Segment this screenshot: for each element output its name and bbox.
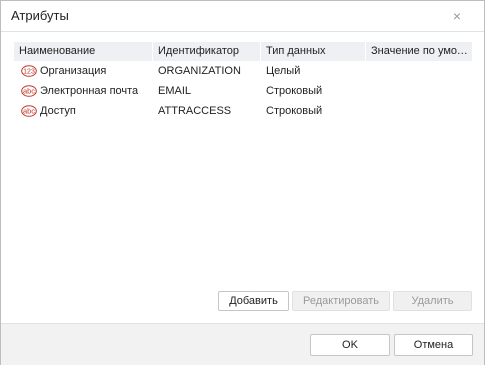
delete-button[interactable]: Удалить	[393, 291, 472, 311]
attribute-identifier: ATTRACCESS	[158, 105, 232, 117]
attribute-default-value	[366, 61, 472, 81]
attribute-data-type: Целый	[266, 65, 301, 77]
attribute-default-value	[366, 101, 472, 121]
table-header: Наименование Идентификатор Тип данных Зн…	[14, 42, 472, 61]
attribute-data-type: Строковый	[266, 85, 323, 97]
edit-button[interactable]: Редактировать	[292, 291, 390, 311]
svg-text:abc: abc	[23, 87, 35, 96]
number-type-icon: 123	[21, 65, 37, 77]
attribute-default-value	[366, 81, 472, 101]
column-header-identifier[interactable]: Идентификатор	[153, 42, 261, 61]
dialog-footer: OK Отмена	[1, 323, 484, 365]
column-header-default-value[interactable]: Значение по умолчанию	[366, 42, 472, 61]
column-header-data-type[interactable]: Тип данных	[261, 42, 366, 61]
svg-text:123: 123	[23, 69, 35, 76]
table-row[interactable]: 123 Организация ORGANIZATION Целый	[14, 61, 472, 81]
dialog-title: Атрибуты	[11, 8, 69, 23]
string-type-icon: abc	[21, 85, 37, 97]
attribute-identifier: EMAIL	[158, 85, 192, 97]
attribute-data-type: Строковый	[266, 105, 323, 117]
add-button[interactable]: Добавить	[218, 291, 289, 311]
cancel-button[interactable]: Отмена	[394, 334, 473, 356]
string-type-icon: abc	[21, 105, 37, 117]
close-icon[interactable]: ×	[447, 7, 467, 25]
attribute-name: Электронная почта	[40, 85, 139, 97]
svg-text:abc: abc	[23, 107, 35, 116]
table-row[interactable]: abc Доступ ATTRACCESS Строковый	[14, 101, 472, 121]
attributes-table: Наименование Идентификатор Тип данных Зн…	[14, 42, 472, 282]
dialog-body: Наименование Идентификатор Тип данных Зн…	[1, 32, 484, 323]
attribute-identifier: ORGANIZATION	[158, 65, 241, 77]
attributes-dialog: Атрибуты × Наименование Идентификатор Ти…	[0, 0, 485, 365]
column-header-name[interactable]: Наименование	[14, 42, 153, 61]
attribute-name: Организация	[40, 65, 107, 77]
ok-button[interactable]: OK	[310, 334, 390, 356]
attribute-name: Доступ	[40, 105, 76, 117]
table-row[interactable]: abc Электронная почта EMAIL Строковый	[14, 81, 472, 101]
title-bar: Атрибуты ×	[1, 1, 484, 32]
